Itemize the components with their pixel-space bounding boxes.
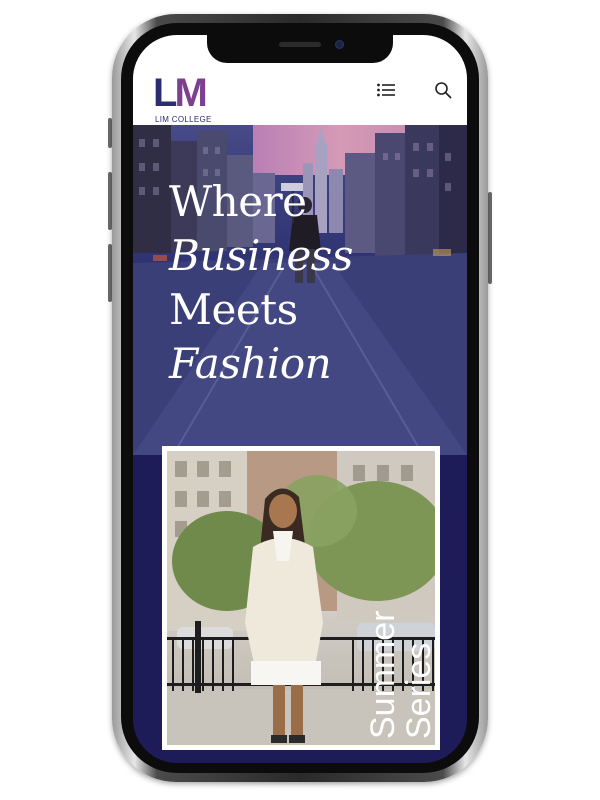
hero-headline: Where Business Meets Fashion: [169, 175, 429, 391]
search-button[interactable]: [430, 77, 456, 103]
front-camera: [335, 40, 344, 49]
hero-line-where: Where: [169, 177, 307, 226]
series-line-summer: Summer: [364, 610, 402, 739]
search-icon: [435, 82, 452, 99]
list-menu-icon: [377, 83, 395, 97]
logo-tagline: LIM COLLEGE: [155, 115, 212, 124]
phone-screen: Where Business Meets Fashion LM LIM COLL…: [133, 35, 467, 763]
summer-series-label: Summer Series: [364, 610, 435, 739]
phone-notch: [207, 35, 393, 63]
series-line-series: Series: [400, 642, 435, 739]
phone-power-button: [488, 192, 492, 284]
earpiece-speaker: [279, 42, 321, 47]
logo-mark: LM: [153, 71, 208, 115]
summer-series-card[interactable]: Summer Series: [162, 446, 440, 750]
hero-line-meets: Meets: [169, 285, 298, 334]
hero-line-business: Business: [169, 231, 353, 280]
lim-college-logo[interactable]: LM LIM COLLEGE: [153, 73, 233, 125]
menu-button[interactable]: [373, 77, 399, 103]
summer-series-photo: Summer Series: [167, 451, 435, 745]
hero-line-fashion: Fashion: [169, 339, 332, 388]
